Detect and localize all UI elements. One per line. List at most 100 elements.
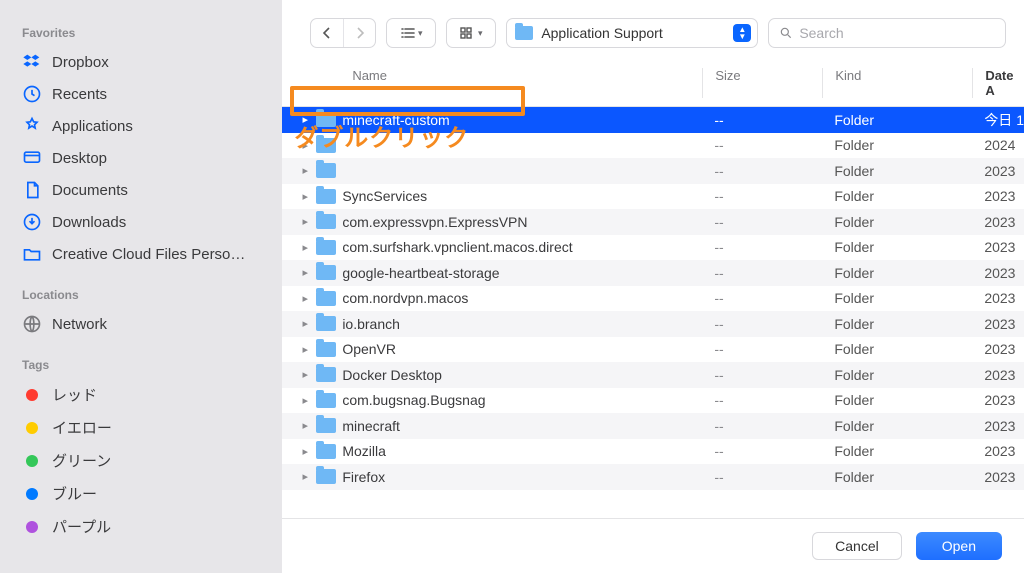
disclosure-triangle-icon[interactable]: ▸ <box>300 292 310 305</box>
file-date: 2023 <box>972 341 1024 357</box>
folder-icon <box>316 291 336 306</box>
folder-icon <box>515 26 533 40</box>
disclosure-triangle-icon[interactable]: ▸ <box>300 113 310 126</box>
disclosure-triangle-icon[interactable]: ▸ <box>300 343 310 356</box>
sidebar-item-downloads[interactable]: Downloads <box>0 206 282 238</box>
disclosure-triangle-icon[interactable]: ▸ <box>300 241 310 254</box>
desktop-icon <box>22 148 42 168</box>
column-size[interactable]: Size <box>702 68 822 98</box>
forward-button[interactable] <box>343 19 375 47</box>
search-field[interactable] <box>768 18 1006 48</box>
file-kind: Folder <box>822 418 972 434</box>
file-name: minecraft <box>342 418 400 434</box>
sidebar-item-label: レッド <box>52 384 97 405</box>
table-row[interactable]: ▸com.nordvpn.macos--Folder2023 <box>282 286 1024 312</box>
file-size: -- <box>702 392 822 408</box>
view-list-button[interactable]: ▾ <box>386 18 436 48</box>
folder-icon <box>316 316 336 331</box>
nav-seg <box>310 18 376 48</box>
file-size: -- <box>702 214 822 230</box>
file-kind: Folder <box>822 112 972 128</box>
disclosure-triangle-icon[interactable]: ▸ <box>300 419 310 432</box>
column-date[interactable]: Date A <box>972 68 1024 98</box>
file-name: google-heartbeat-storage <box>342 265 499 281</box>
sidebar-tag-blue[interactable]: ブルー <box>0 477 282 510</box>
file-date: 今日 1 <box>972 110 1024 130</box>
disclosure-triangle-icon[interactable]: ▸ <box>300 368 310 381</box>
table-row[interactable]: ▸SyncServices--Folder2023 <box>282 184 1024 210</box>
search-icon <box>779 26 793 40</box>
clock-icon <box>22 84 42 104</box>
table-row[interactable]: ▸com.bugsnag.Bugsnag--Folder2023 <box>282 388 1024 414</box>
file-date: 2023 <box>972 469 1024 485</box>
group-button[interactable]: ▾ <box>446 18 496 48</box>
file-date: 2023 <box>972 265 1024 281</box>
disclosure-triangle-icon[interactable]: ▸ <box>300 266 310 279</box>
sidebar-tag-purple[interactable]: パープル <box>0 510 282 543</box>
sidebar-item-desktop[interactable]: Desktop <box>0 142 282 174</box>
table-row[interactable]: ▸com.surfshark.vpnclient.macos.direct--F… <box>282 235 1024 261</box>
disclosure-triangle-icon[interactable]: ▸ <box>300 164 310 177</box>
sidebar-item-network[interactable]: Network <box>0 308 282 340</box>
sidebar-tag-red[interactable]: レッド <box>0 378 282 411</box>
file-kind: Folder <box>822 214 972 230</box>
cancel-button[interactable]: Cancel <box>812 532 902 560</box>
sidebar-item-applications[interactable]: Applications <box>0 110 282 142</box>
back-button[interactable] <box>311 19 343 47</box>
sidebar-item-label: Dropbox <box>52 54 109 71</box>
sidebar-item-label: Downloads <box>52 214 126 231</box>
file-size: -- <box>702 239 822 255</box>
sidebar-tag-yellow[interactable]: イエロー <box>0 411 282 444</box>
table-row[interactable]: ▸Mozilla--Folder2023 <box>282 439 1024 465</box>
table-row[interactable]: ▸OpenVR--Folder2023 <box>282 337 1024 363</box>
sidebar-item-dropbox[interactable]: Dropbox <box>0 46 282 78</box>
sidebar-item-label: Applications <box>52 118 133 135</box>
table-row[interactable]: ▸google-heartbeat-storage--Folder2023 <box>282 260 1024 286</box>
column-name[interactable]: Name <box>282 68 702 98</box>
tag-dot-icon <box>22 484 42 504</box>
dropbox-icon <box>22 52 42 72</box>
table-row[interactable]: ▸--Folder2024 <box>282 133 1024 159</box>
table-row[interactable]: ▸io.branch--Folder2023 <box>282 311 1024 337</box>
search-input[interactable] <box>799 25 995 41</box>
sidebar-tag-green[interactable]: グリーン <box>0 444 282 477</box>
disclosure-triangle-icon[interactable]: ▸ <box>300 139 310 152</box>
disclosure-triangle-icon[interactable]: ▸ <box>300 215 310 228</box>
file-size: -- <box>702 137 822 153</box>
chevron-down-icon: ▾ <box>418 28 423 39</box>
table-row[interactable]: ▸Firefox--Folder2023 <box>282 464 1024 490</box>
table-row[interactable]: ▸minecraft--Folder2023 <box>282 413 1024 439</box>
sidebar-item-recents[interactable]: Recents <box>0 78 282 110</box>
table-row[interactable]: ▸--Folder2023 <box>282 158 1024 184</box>
table-row[interactable]: ▸com.expressvpn.ExpressVPN--Folder2023 <box>282 209 1024 235</box>
file-date: 2023 <box>972 367 1024 383</box>
disclosure-triangle-icon[interactable]: ▸ <box>300 190 310 203</box>
footer: Cancel Open <box>282 518 1024 573</box>
file-kind: Folder <box>822 367 972 383</box>
file-name: com.bugsnag.Bugsnag <box>342 392 485 408</box>
folder-icon <box>316 444 336 459</box>
table-row[interactable]: ▸minecraft-custom--Folder今日 1 <box>282 107 1024 133</box>
file-size: -- <box>702 112 822 128</box>
disclosure-triangle-icon[interactable]: ▸ <box>300 394 310 407</box>
folder-icon <box>316 342 336 357</box>
folder-icon <box>316 214 336 229</box>
disclosure-triangle-icon[interactable]: ▸ <box>300 470 310 483</box>
apps-icon <box>22 116 42 136</box>
sidebar-item-documents[interactable]: Documents <box>0 174 282 206</box>
sidebar-item-creative-cloud[interactable]: Creative Cloud Files Perso… <box>0 238 282 270</box>
table-row[interactable]: ▸Docker Desktop--Folder2023 <box>282 362 1024 388</box>
file-kind: Folder <box>822 392 972 408</box>
folder-icon <box>316 240 336 255</box>
file-kind: Folder <box>822 290 972 306</box>
sidebar-section-favorites: Favorites <box>0 20 282 46</box>
disclosure-triangle-icon[interactable]: ▸ <box>300 445 310 458</box>
sidebar-item-label: Documents <box>52 182 128 199</box>
open-button[interactable]: Open <box>916 532 1002 560</box>
file-kind: Folder <box>822 469 972 485</box>
disclosure-triangle-icon[interactable]: ▸ <box>300 317 310 330</box>
column-kind[interactable]: Kind <box>822 68 972 98</box>
path-popup[interactable]: Application Support ▲▼ <box>506 18 758 48</box>
file-date: 2023 <box>972 214 1024 230</box>
folder-icon <box>316 418 336 433</box>
